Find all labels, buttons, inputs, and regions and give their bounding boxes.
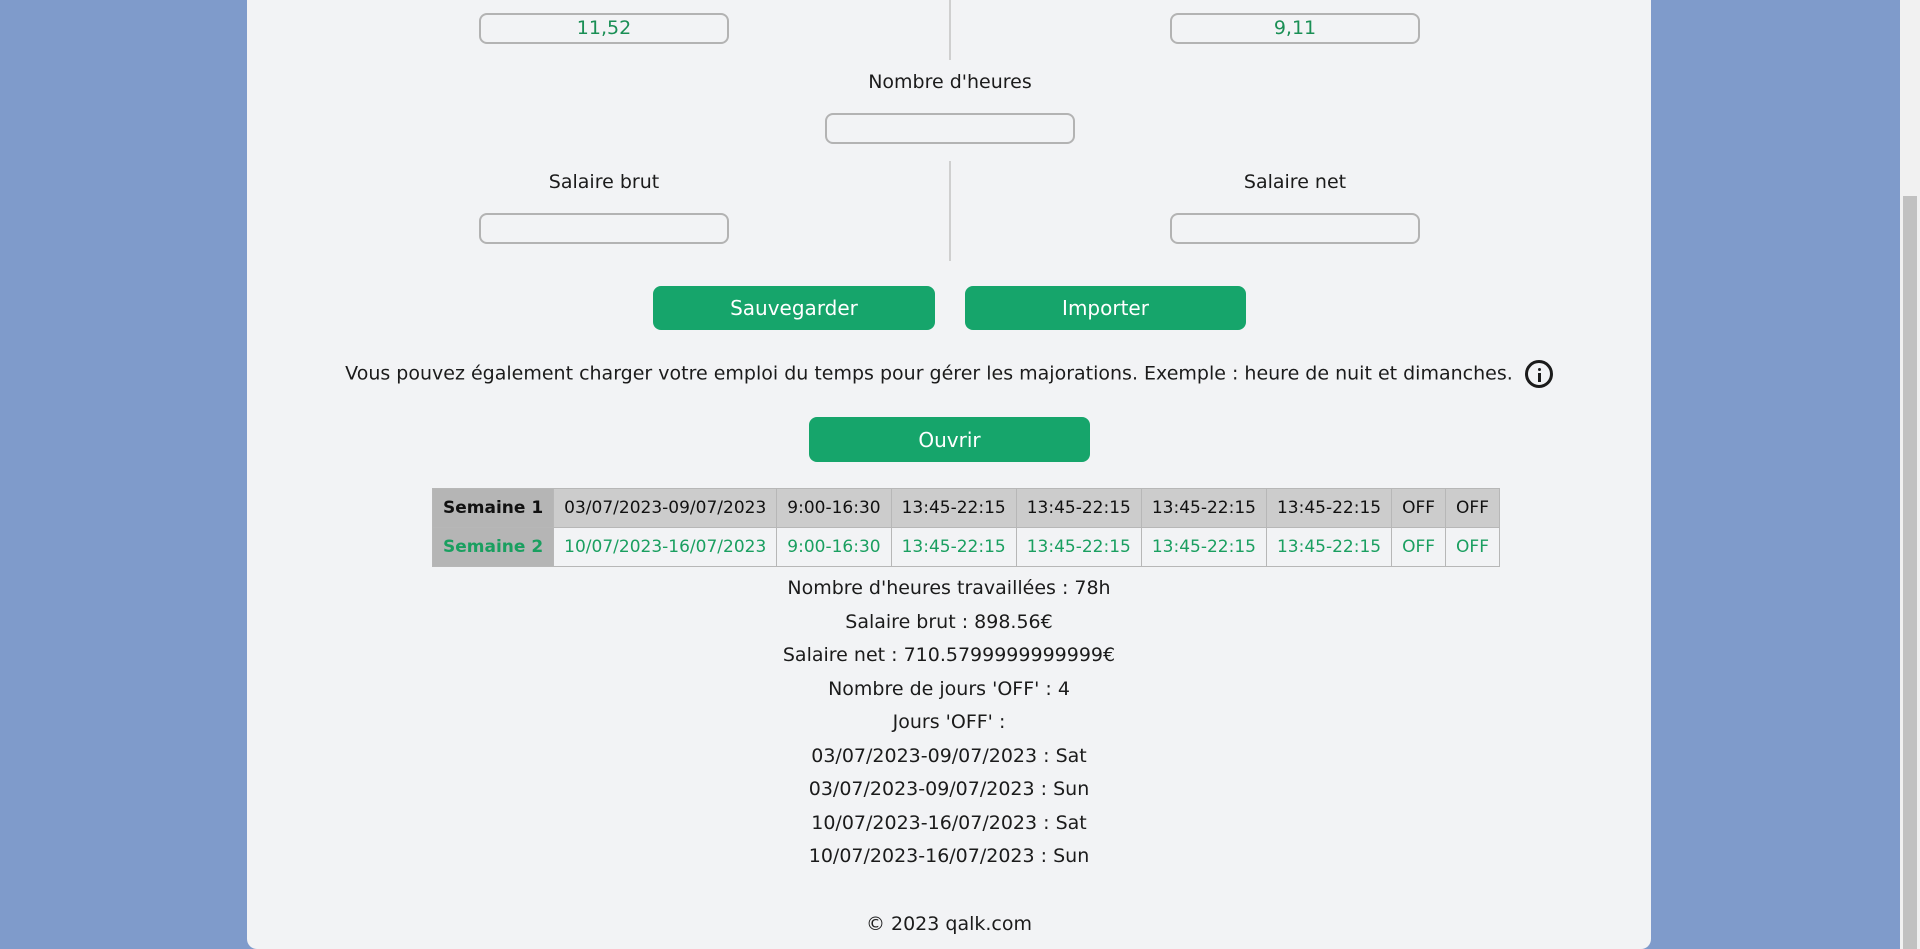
week-label: Semaine 2: [431, 527, 555, 567]
off-day: 10/07/2023-16/07/2023 : Sat: [811, 811, 1087, 834]
day-cell: OFF: [1391, 488, 1447, 528]
salaire-brut-field[interactable]: [479, 213, 729, 244]
day-cell: OFF: [1445, 488, 1500, 528]
off-day: 03/07/2023-09/07/2023 : Sun: [808, 778, 1090, 800]
salaire-net-field[interactable]: [1170, 213, 1420, 244]
off-day: 03/07/2023-09/07/2023 : Sat: [811, 744, 1087, 767]
import-button[interactable]: Importer: [965, 286, 1246, 330]
day-cell: 13:45-22:15: [890, 527, 1017, 567]
heures-field[interactable]: [825, 113, 1075, 144]
heures-label: Nombre d'heures: [868, 71, 1032, 93]
day-cell: 13:45-22:15: [1265, 488, 1393, 528]
week-dates: 03/07/2023-09/07/2023: [553, 488, 778, 528]
vertical-divider: [949, 161, 951, 261]
day-cell: 13:45-22:15: [1265, 527, 1393, 567]
scrollbar-thumb[interactable]: [1903, 196, 1917, 949]
day-cell: OFF: [1391, 527, 1447, 567]
info-icon[interactable]: [1524, 360, 1553, 388]
save-button[interactable]: Sauvegarder: [653, 286, 935, 330]
week-label: Semaine 1: [431, 488, 555, 528]
hours-worked: Nombre d'heures travaillées : 78h: [787, 577, 1111, 599]
schedule-table: Semaine 1 03/07/2023-09/07/2023 9:00-16:…: [431, 488, 1500, 567]
day-cell: 9:00-16:30: [776, 527, 892, 567]
taux-brut-field[interactable]: [479, 13, 729, 44]
info-text: Vous pouvez également charger votre empl…: [345, 362, 1513, 385]
day-cell: 13:45-22:15: [1015, 527, 1142, 567]
day-cell: 9:00-16:30: [776, 488, 892, 528]
scrollbar[interactable]: [1900, 0, 1920, 949]
vertical-divider: [949, 0, 951, 60]
table-row: Semaine 1 03/07/2023-09/07/2023 9:00-16:…: [431, 488, 1500, 528]
salaire-brut-result: Salaire brut : 898.56€: [845, 610, 1053, 633]
taux-net-field[interactable]: [1170, 13, 1420, 44]
table-row: Semaine 2 10/07/2023-16/07/2023 9:00-16:…: [431, 527, 1500, 567]
info-line: Vous pouvez également charger votre empl…: [247, 360, 1651, 388]
footer-copyright: © 2023 qalk.com: [865, 913, 1033, 935]
day-cell: 13:45-22:15: [1015, 488, 1142, 528]
day-cell: 13:45-22:15: [1140, 488, 1267, 528]
off-count: Nombre de jours 'OFF' : 4: [828, 677, 1070, 700]
week-dates: 10/07/2023-16/07/2023: [553, 527, 778, 567]
day-cell: 13:45-22:15: [1140, 527, 1267, 567]
results-panel: Nombre d'heures travaillées : 78h Salair…: [247, 572, 1651, 874]
salaire-net-result: Salaire net : 710.5799999999999€: [782, 644, 1116, 666]
day-cell: OFF: [1445, 527, 1500, 567]
salaire-brut-label: Salaire brut: [548, 171, 660, 193]
off-day: 10/07/2023-16/07/2023 : Sun: [808, 845, 1090, 867]
off-title: Jours 'OFF' :: [892, 711, 1006, 733]
salaire-net-label: Salaire net: [1243, 171, 1347, 193]
open-button[interactable]: Ouvrir: [809, 417, 1090, 462]
day-cell: 13:45-22:15: [890, 488, 1017, 528]
